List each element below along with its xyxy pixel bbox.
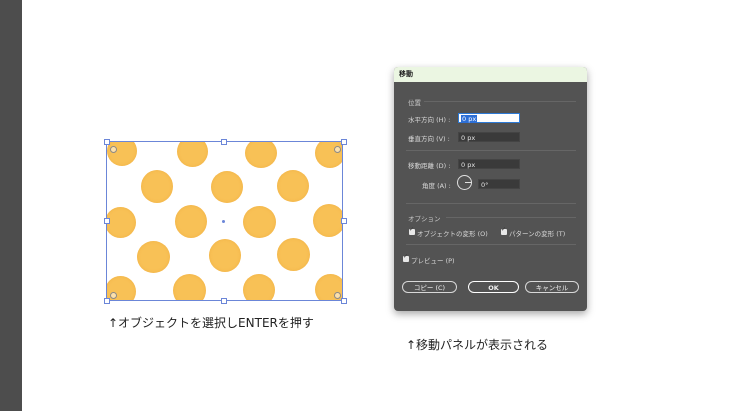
transform-objects-label: オブジェクトの変形 (O) [417, 230, 488, 238]
polka-dot [313, 204, 342, 237]
caption-right: ↑移動パネルが表示される [406, 338, 549, 352]
bbox-handle-mr[interactable] [341, 218, 347, 224]
cancel-button[interactable]: キャンセル [525, 281, 579, 293]
polka-dot [243, 206, 276, 238]
dialog-title: 移動 [394, 67, 587, 82]
polka-dot [137, 241, 170, 273]
transform-objects-checkbox[interactable] [409, 226, 415, 235]
angle-label: 角度 (A) : [422, 182, 451, 190]
bbox-handle-tl[interactable] [104, 139, 110, 145]
separator [446, 217, 576, 218]
angle-input[interactable]: 0° [478, 179, 520, 189]
corner-widget[interactable] [110, 146, 117, 153]
angle-dial-icon[interactable] [457, 175, 472, 190]
caption-left: ↑オブジェクトを選択しENTERを押す [108, 316, 314, 330]
transform-patterns-label: パターンの変形 (T) [509, 230, 566, 238]
bbox-handle-bl[interactable] [104, 298, 110, 304]
ok-button[interactable]: OK [468, 281, 519, 293]
preview-label: プレビュー (P) [411, 257, 455, 265]
separator [406, 203, 576, 204]
polka-dot [173, 274, 206, 300]
horizontal-input[interactable]: 0 px [458, 113, 520, 123]
dialog-body: 位置 水平方向 (H) : 0 px 垂直方向 (V) : 0 px 移動距離 … [394, 82, 587, 311]
copy-button[interactable]: コピー (C) [402, 281, 457, 293]
corner-widget[interactable] [334, 292, 341, 299]
polka-dot [107, 207, 136, 238]
distance-label: 移動距離 (D) : [408, 162, 451, 170]
options-section-label: オプション [408, 215, 441, 223]
position-section-label: 位置 [408, 99, 421, 107]
polka-dot [107, 142, 137, 166]
bbox-center-point [222, 220, 225, 223]
bbox-handle-br[interactable] [341, 298, 347, 304]
left-toolbar-edge [0, 0, 22, 411]
polka-dot [209, 239, 241, 272]
polka-dot [277, 170, 309, 202]
polka-dot [315, 142, 342, 168]
vertical-input[interactable]: 0 px [458, 132, 520, 142]
bbox-handle-ml[interactable] [104, 218, 110, 224]
transform-patterns-checkbox[interactable] [501, 226, 507, 235]
horizontal-label: 水平方向 (H) : [408, 116, 451, 124]
corner-widget[interactable] [334, 146, 341, 153]
horizontal-value: 0 px [461, 115, 478, 123]
distance-input[interactable]: 0 px [458, 159, 520, 169]
preview-checkbox[interactable] [403, 253, 409, 262]
bbox-handle-tm[interactable] [221, 139, 227, 145]
separator [424, 101, 576, 102]
separator [406, 244, 576, 245]
corner-widget[interactable] [110, 292, 117, 299]
separator [406, 150, 576, 151]
bbox-handle-tr[interactable] [341, 139, 347, 145]
polka-dot [211, 171, 243, 203]
polka-dot [177, 142, 208, 167]
polka-dot [141, 170, 173, 203]
polka-dot [243, 274, 275, 300]
bbox-handle-bm[interactable] [221, 298, 227, 304]
polka-dot [175, 205, 207, 238]
move-dialog: 移動 位置 水平方向 (H) : 0 px 垂直方向 (V) : 0 px 移動… [394, 67, 587, 311]
vertical-label: 垂直方向 (V) : [408, 135, 450, 143]
polka-dot [277, 238, 310, 271]
polka-dot [245, 142, 277, 168]
